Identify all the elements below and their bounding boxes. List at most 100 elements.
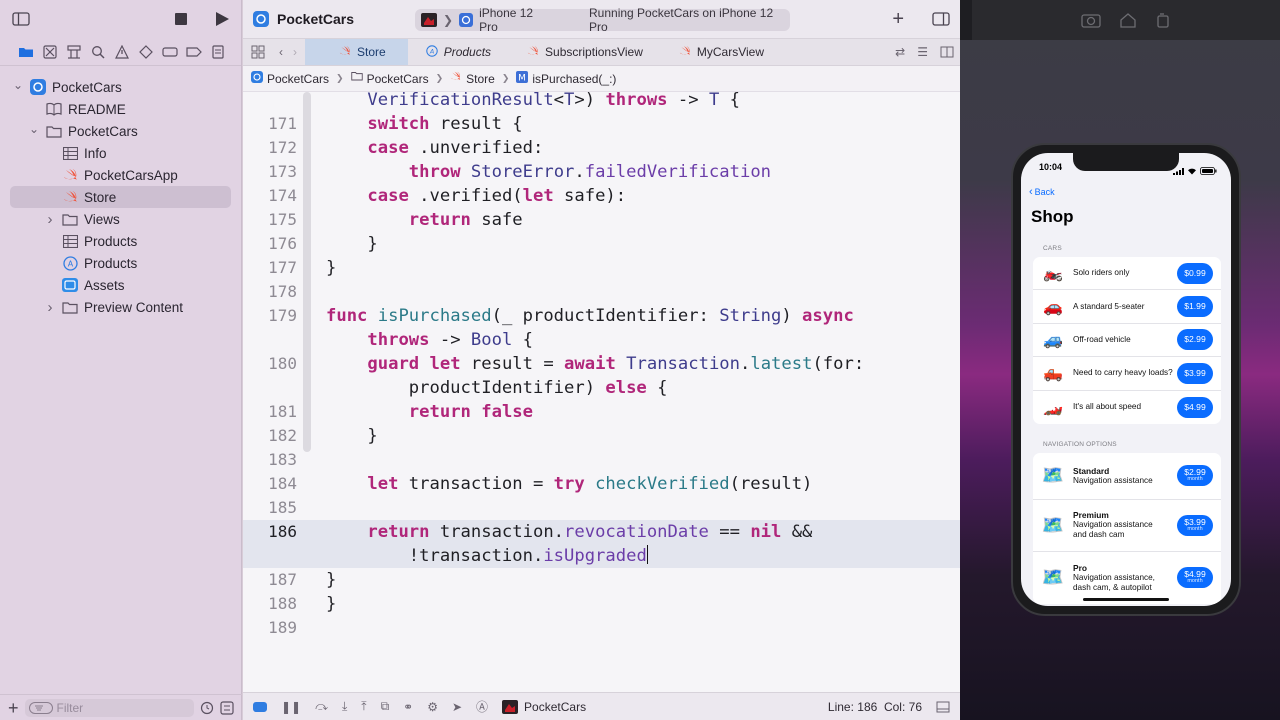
jump-bar-segment[interactable]: PocketCars	[367, 72, 429, 86]
sidebar-item-info[interactable]: Info	[0, 142, 241, 164]
issue-navigator-icon[interactable]	[113, 43, 130, 60]
pause-icon[interactable]: ❚❚	[281, 700, 301, 714]
view-hierarchy-icon[interactable]: ⧉	[381, 699, 390, 714]
tab-mycarsview[interactable]: MyCarsView	[661, 39, 782, 65]
subscribe-button[interactable]: $4.99 month	[1177, 567, 1213, 588]
source-control-icon[interactable]	[41, 43, 58, 60]
sidebar-item-views[interactable]: › Views	[0, 208, 241, 230]
subscribe-button[interactable]: $2.99 month	[1177, 465, 1213, 487]
memory-graph-icon[interactable]: ⚭	[403, 700, 413, 714]
stop-icon[interactable]	[175, 13, 187, 25]
code-line[interactable]: 173 throw StoreError.failedVerification	[243, 160, 960, 184]
code-line[interactable]: VerificationResult<T>) throws -> T {	[243, 92, 960, 112]
back-button[interactable]: ‹ Back	[1029, 186, 1055, 198]
disclosure-closed-icon[interactable]: ›	[44, 299, 56, 316]
add-icon[interactable]: +	[8, 699, 19, 717]
code-line[interactable]: 177}	[243, 256, 960, 280]
disclosure-open-icon[interactable]: ⌄	[28, 122, 40, 136]
code-line[interactable]: 172 case .unverified:	[243, 136, 960, 160]
swap-icon[interactable]: ⇄	[889, 45, 911, 59]
sidebar-item-store[interactable]: Store	[10, 186, 231, 208]
step-into-icon[interactable]: ⤓	[342, 699, 347, 714]
environment-overrides-icon[interactable]: ⚙	[427, 700, 438, 714]
sidebar-item-assets[interactable]: Assets	[0, 274, 241, 296]
back-arrow-icon[interactable]: ‹	[273, 45, 289, 59]
grid-icon[interactable]	[243, 45, 273, 59]
filter-options-icon[interactable]	[28, 701, 53, 714]
report-navigator-icon[interactable]	[209, 43, 226, 60]
filter-field[interactable]: Filter	[24, 698, 194, 717]
tab-store[interactable]: Store	[305, 39, 408, 65]
code-line[interactable]: !transaction.isUpgraded	[243, 544, 960, 568]
scheme-title[interactable]: PocketCars	[277, 11, 354, 27]
editor-options-icon[interactable]: ☰	[911, 45, 934, 59]
code-line[interactable]: 175 return safe	[243, 208, 960, 232]
sidebar-item-products[interactable]: Products	[0, 230, 241, 252]
device-name[interactable]: iPhone 12 Pro	[479, 6, 551, 34]
console-toggle-icon[interactable]	[253, 701, 267, 712]
jump-bar-segment[interactable]: PocketCars	[267, 72, 329, 86]
split-editor-icon[interactable]	[934, 46, 960, 58]
code-line[interactable]: 181 return false	[243, 400, 960, 424]
code-line[interactable]: 183	[243, 448, 960, 472]
run-status-text: Running PocketCars on iPhone 12 Pro	[589, 6, 774, 34]
code-line[interactable]: 184 let transaction = try checkVerified(…	[243, 472, 960, 496]
code-line[interactable]: productIdentifier) else {	[243, 376, 960, 400]
code-line[interactable]: 187}	[243, 568, 960, 592]
sidebar-item-pocketcars[interactable]: ⌄ PocketCars	[0, 120, 241, 142]
buy-button[interactable]: $4.99	[1177, 396, 1213, 418]
rotate-icon[interactable]	[1155, 12, 1171, 28]
breakpoint-navigator-icon[interactable]	[185, 43, 202, 60]
jump-bar-segment[interactable]: Store	[466, 72, 495, 86]
symbol-navigator-icon[interactable]	[65, 43, 82, 60]
disclosure-closed-icon[interactable]: ›	[44, 211, 56, 228]
tab-subscriptionsview[interactable]: SubscriptionsView	[509, 39, 661, 65]
code-line[interactable]: 178	[243, 280, 960, 304]
sidebar-item-pocketcarsapp[interactable]: PocketCarsApp	[0, 164, 241, 186]
code-line[interactable]: throws -> Bool {	[243, 328, 960, 352]
buy-button[interactable]: $2.99	[1177, 329, 1213, 351]
run-destination-status[interactable]: ❯ iPhone 12 Pro Running PocketCars on iP…	[415, 6, 790, 34]
search-icon[interactable]	[89, 43, 106, 60]
subscribe-button[interactable]: $3.99 month	[1177, 514, 1213, 536]
storekit-icon[interactable]: Ⓐ	[476, 698, 488, 715]
source-control-filter-icon[interactable]	[220, 700, 234, 715]
code-line[interactable]: 174 case .verified(let safe):	[243, 184, 960, 208]
source-code-view[interactable]: VerificationResult<T>) throws -> T {171 …	[243, 92, 960, 692]
sidebar-item-pocketcars[interactable]: ⌄ PocketCars	[0, 76, 241, 98]
buy-button[interactable]: $0.99	[1177, 262, 1213, 284]
location-icon[interactable]: ➤	[452, 700, 462, 714]
buy-button[interactable]: $1.99	[1177, 296, 1213, 318]
code-line[interactable]: 176 }	[243, 232, 960, 256]
tab-products[interactable]: A Products	[408, 39, 509, 65]
sidebar-item-readme[interactable]: README	[0, 98, 241, 120]
code-line[interactable]: 189	[243, 616, 960, 640]
buy-button[interactable]: $3.99	[1177, 362, 1213, 384]
sidebar-item-products[interactable]: A Products	[0, 252, 241, 274]
code-line[interactable]: 186 return transaction.revocationDate ==…	[243, 520, 960, 544]
code-line[interactable]: 182 }	[243, 424, 960, 448]
step-over-icon[interactable]: ⤼	[315, 699, 328, 714]
code-line[interactable]: 171 switch result {	[243, 112, 960, 136]
recent-files-icon[interactable]	[200, 701, 214, 715]
test-navigator-icon[interactable]	[137, 43, 154, 60]
debug-navigator-icon[interactable]	[161, 43, 178, 60]
code-folding-ribbon[interactable]	[303, 92, 311, 452]
panel-toggle-icon[interactable]	[936, 701, 950, 713]
sidebar-item-preview-content[interactable]: › Preview Content	[0, 296, 241, 318]
library-add-icon[interactable]: +	[892, 9, 904, 29]
screenshot-icon[interactable]	[1081, 12, 1101, 28]
step-out-icon[interactable]: ⤒	[361, 699, 366, 714]
inspector-toggle-icon[interactable]	[932, 12, 950, 26]
run-icon[interactable]	[215, 12, 229, 26]
forward-arrow-icon[interactable]: ›	[289, 45, 305, 59]
jump-bar-segment[interactable]: isPurchased(_:)	[532, 72, 616, 86]
project-navigator-icon[interactable]	[17, 43, 34, 60]
code-line[interactable]: 179 func isPurchased(_ productIdentifier:…	[243, 304, 960, 328]
sidebar-toggle-icon[interactable]	[12, 12, 30, 26]
code-line[interactable]: 180 guard let result = await Transaction…	[243, 352, 960, 376]
disclosure-open-icon[interactable]: ⌄	[12, 78, 24, 92]
code-line[interactable]: 185	[243, 496, 960, 520]
home-icon[interactable]	[1119, 12, 1137, 28]
code-line[interactable]: 188}	[243, 592, 960, 616]
